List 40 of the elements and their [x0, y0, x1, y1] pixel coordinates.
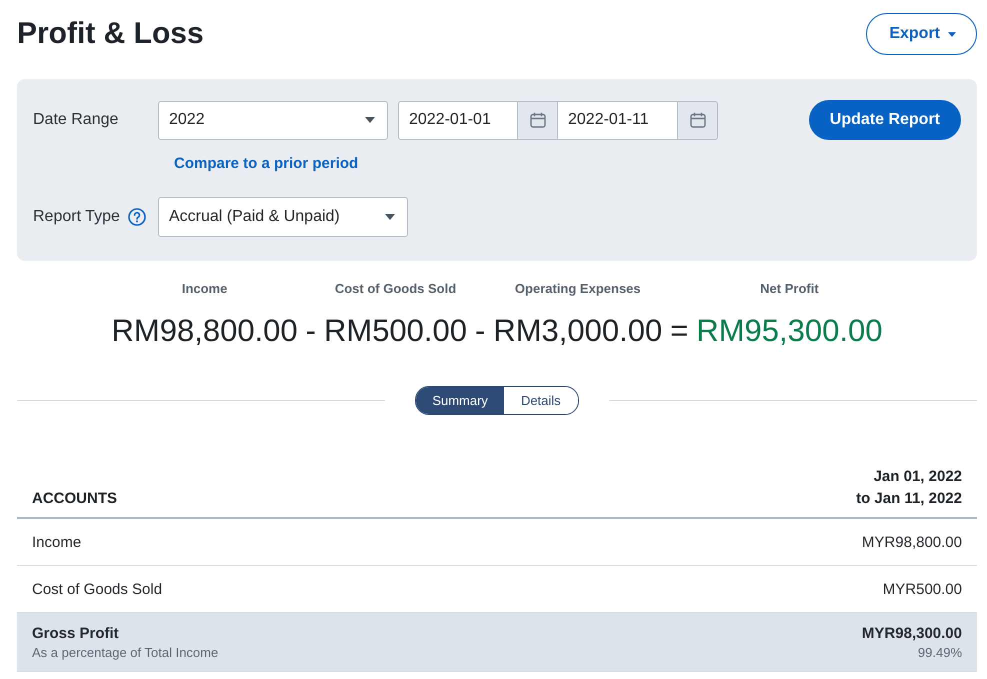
calendar-icon — [530, 112, 546, 128]
summary-amount: RM500.00 — [324, 312, 468, 350]
account-name: Gross Profit — [32, 624, 120, 642]
calendar-button[interactable] — [678, 100, 718, 140]
end-date-field[interactable]: 2022-01-11 — [558, 100, 678, 140]
year-select[interactable]: 2022 — [158, 100, 388, 140]
summary-amount: RM98,800.00 — [112, 312, 298, 350]
operator-sign: - — [475, 312, 486, 350]
field-label: Date Range — [33, 111, 118, 129]
account-name: Cost of Goods Sold — [32, 580, 162, 598]
field-label: Report Type — [33, 208, 120, 226]
summary-amount: RM95,300.00 — [696, 312, 882, 350]
help-icon[interactable] — [128, 208, 146, 226]
caret-icon — [365, 117, 375, 123]
report-type-select[interactable]: Accrual (Paid & Unpaid) — [158, 197, 408, 237]
amount-cell: MYR98,800.00 — [862, 534, 962, 550]
operator-sign: = — [670, 312, 688, 350]
percent-cell: 99.49% — [918, 644, 962, 660]
page-title: Profit & Loss — [17, 16, 204, 52]
compare-link[interactable]: Compare to a prior period — [174, 155, 358, 172]
calendar-icon — [690, 112, 706, 128]
column-header: ACCOUNTS — [32, 489, 117, 509]
caret-icon — [385, 214, 395, 220]
export-button[interactable]: Export — [866, 13, 977, 55]
view-tab[interactable]: Summary — [416, 387, 504, 414]
operator-sign: - — [306, 312, 316, 350]
update-report-button[interactable]: Update Report — [808, 100, 961, 140]
summary-label: Net Profit — [760, 280, 819, 298]
amount-cell: MYR98,300.00 — [862, 624, 962, 642]
summary-label: Cost of Goods Sold — [334, 280, 456, 298]
account-name: Income — [32, 534, 82, 550]
column-header: Jan 01, 2022 to Jan 11, 2022 — [856, 467, 962, 509]
start-date-field[interactable]: 2022-01-01 — [398, 100, 518, 140]
summary-amount: RM3,000.00 — [493, 312, 662, 350]
row-note: As a percentage of Total Income — [32, 644, 218, 660]
amount-cell: MYR500.00 — [882, 580, 962, 598]
caret-icon — [948, 32, 956, 36]
summary-label: Income — [182, 280, 228, 298]
calendar-button[interactable] — [518, 100, 558, 140]
summary-label: Operating Expenses — [514, 280, 641, 298]
